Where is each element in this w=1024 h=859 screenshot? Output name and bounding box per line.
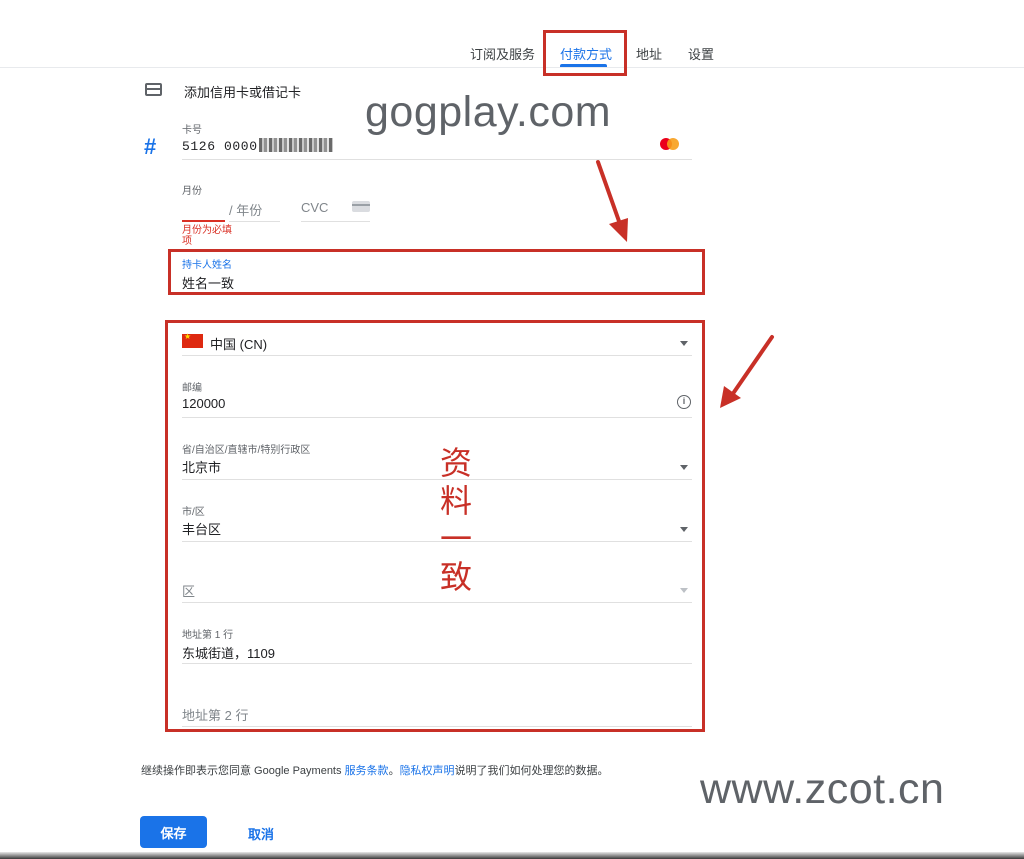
watermark-bottom: www.zcot.cn: [700, 765, 945, 813]
cancel-button[interactable]: 取消: [248, 824, 274, 843]
arrow-to-cardholder-line: [596, 160, 622, 226]
terms-prefix: 继续操作即表示您同意 Google Payments: [141, 765, 345, 777]
terms-of-service-link[interactable]: 服务条款: [345, 765, 389, 777]
privacy-notice-link[interactable]: 隐私权声明: [400, 765, 455, 777]
terms-suffix: 说明了我们如何处理您的数据。: [454, 765, 609, 777]
window-bottom-edge: [0, 852, 1024, 859]
save-button[interactable]: 保存: [140, 816, 207, 848]
arrow-to-address-line: [730, 335, 774, 397]
annotation-arrows: [596, 160, 774, 408]
arrow-to-cardholder-head: [609, 218, 628, 242]
terms-text: 继续操作即表示您同意 Google Payments 服务条款。隐私权声明说明了…: [141, 762, 609, 778]
terms-separator: 。: [388, 765, 400, 777]
